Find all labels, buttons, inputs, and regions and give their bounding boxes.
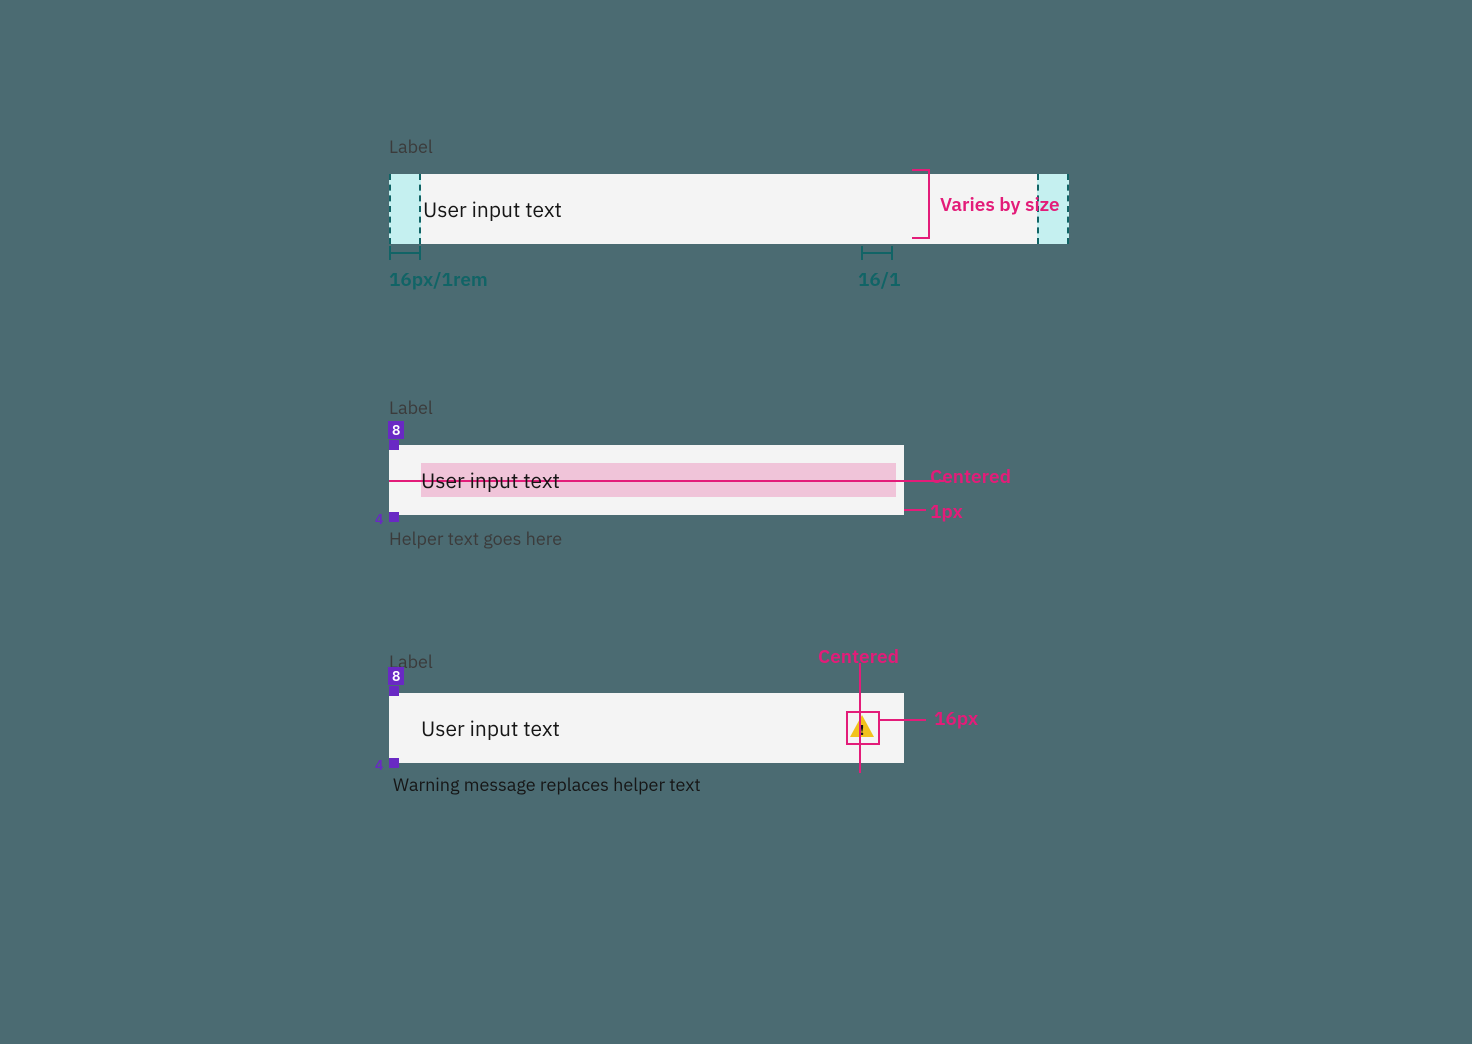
spacing-badge-bottom: 4	[375, 510, 383, 528]
leader-line	[878, 719, 926, 721]
spacing-badge-top: 8	[388, 421, 404, 439]
input-value-text: User input text	[421, 714, 560, 742]
spacing-token-marker	[389, 686, 399, 696]
spec-padding: Label User input text	[389, 135, 1069, 244]
leader-line-vertical	[859, 663, 861, 773]
spacing-token-marker	[389, 758, 399, 768]
text-input-field[interactable]: User input text	[389, 445, 904, 515]
spec-warning-state: Label User input text ! Warning message …	[389, 650, 904, 796]
pad-right-annotation: 16/1	[858, 268, 901, 292]
pad-left-bracket	[389, 246, 421, 260]
spacing-token-marker	[389, 512, 399, 522]
warning-icon: !	[850, 715, 876, 741]
spacing-token-marker	[389, 440, 399, 450]
input-value-text: User input text	[423, 195, 562, 223]
spec-vertical-centering: Label User input text Helper text goes h…	[389, 396, 904, 550]
helper-text: Helper text goes here	[389, 527, 904, 550]
pad-left-annotation: 16px/1rem	[389, 268, 488, 292]
pad-right-bracket	[861, 246, 893, 260]
border-annotation: 1px	[930, 500, 963, 524]
field-label: Label	[389, 396, 904, 419]
spacing-badge-bottom: 4	[375, 756, 383, 774]
height-bracket	[912, 169, 930, 239]
warning-message: Warning message replaces helper text	[389, 773, 904, 796]
padding-left-swatch	[389, 174, 421, 244]
centered-annotation: Centered	[930, 465, 1011, 489]
icon-size-annotation: 16px	[934, 707, 978, 731]
text-input-field[interactable]: User input text !	[389, 693, 904, 763]
centered-annotation: Centered	[818, 645, 899, 669]
spacing-badge-top: 8	[388, 667, 404, 685]
field-label: Label	[389, 135, 1069, 158]
height-annotation: Varies by size	[940, 193, 1060, 217]
leader-line	[904, 509, 926, 511]
input-value-text: User input text	[421, 466, 560, 494]
